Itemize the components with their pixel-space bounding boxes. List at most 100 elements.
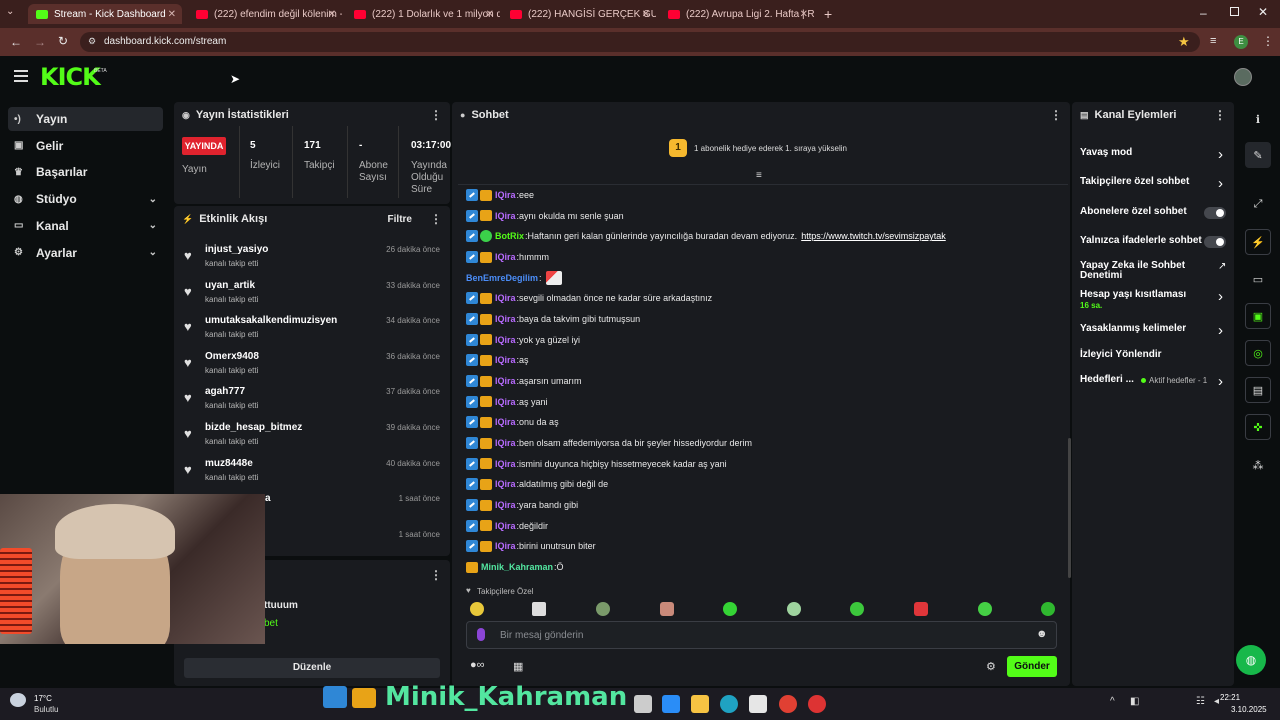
browser-tab[interactable]: (222) efendim değil kölenim - Y ✕ [188,4,342,24]
activity-event[interactable]: ♥ muz8448e kanalı takip etti 40 dakika önce [180,456,448,490]
chevron-right-icon[interactable]: › [1218,146,1223,163]
tray-icon[interactable]: ◧ [1130,696,1139,707]
stats-menu-icon[interactable]: ⋮ [430,108,442,122]
volume-icon[interactable]: ◂ [1214,696,1219,707]
chrome-icon[interactable] [779,695,797,713]
browser-tab[interactable]: (222) 1 Dolarlık ve 1 milyon do ✕ [346,4,500,24]
send-button[interactable]: Gönder [1007,656,1057,677]
emote-icon[interactable] [850,602,864,616]
activity-event[interactable]: ♥ uyan_artik kanalı takip etti 33 dakika ön… [180,278,448,312]
extensions-icon[interactable]: ≡ [1210,35,1216,47]
chat-username[interactable]: lQira [495,500,516,510]
chat-username[interactable]: lQira [495,293,516,303]
chat-store-icon[interactable]: ▦ [513,660,523,673]
clock-date[interactable]: 3.10.2025 [1231,705,1267,714]
channel-actions-menu-icon[interactable]: ⋮ [1214,108,1226,122]
sidebar-item[interactable]: ▭ Kanal ⌄ [8,214,163,238]
chevron-right-icon[interactable]: › [1218,175,1223,192]
integrations-icon[interactable]: ⁂ [1245,452,1271,478]
chat-username[interactable]: lQira [495,376,516,386]
hamburger-menu-icon[interactable] [14,70,28,82]
chevron-right-icon[interactable]: › [1218,373,1223,390]
microphone-icon[interactable] [477,628,485,641]
activity-menu-icon[interactable]: ⋮ [430,212,442,226]
lower-panel-menu-icon[interactable]: ⋮ [430,568,442,582]
tray-chevron-icon[interactable]: ^ [1110,696,1115,707]
activity-event[interactable]: ♥ injust_yasiyo kanalı takip etti 26 dakika… [180,242,448,276]
store-icon[interactable] [749,695,767,713]
kick-logo[interactable]: KICK [40,63,101,91]
close-window-button[interactable]: ✕ [1258,5,1268,19]
channel-action-label[interactable]: Yapay Zeka ile Sohbet Denetimi [1080,261,1190,281]
chat-username[interactable]: lQira [495,417,516,427]
sidebar-item[interactable]: ▣ Gelir [8,134,163,158]
tab-close-icon[interactable]: ✕ [486,9,494,20]
channel-action-label[interactable]: Yasaklanmış kelimeler [1080,324,1210,334]
emote-icon[interactable] [596,602,610,616]
emote-icon[interactable] [787,602,801,616]
toggle-switch[interactable] [1204,236,1226,248]
weather-icon[interactable] [10,693,26,707]
activity-event[interactable]: ♥ agah777 kanalı takip etti 37 dakika önce [180,384,448,418]
gift-prompt-text[interactable]: 1 abonelik hediye ederek 1. sıraya yükse… [694,144,847,153]
maximize-button[interactable] [1230,7,1239,16]
edge-icon[interactable] [720,695,738,713]
user-avatar[interactable] [1234,68,1252,86]
chat-username[interactable]: lQira [495,521,516,531]
sidebar-item[interactable]: ◍ Stüdyo ⌄ [8,187,163,211]
expand-icon[interactable]: ⤢ [1245,191,1271,217]
external-link-icon[interactable]: ↗ [1218,261,1226,272]
info-icon[interactable]: ℹ [1245,106,1271,132]
emoji-picker-icon[interactable]: ☻ [1036,628,1048,640]
chat-scrollbar[interactable] [1068,438,1071,578]
browser-tab[interactable]: Stream - Kick Dashboard ✕ [28,4,182,24]
emote-icon[interactable] [723,602,737,616]
chat-username[interactable]: lQira [495,459,516,469]
sidebar-item[interactable]: ⚙ Ayarlar ⌄ [8,241,163,265]
network-icon[interactable]: ☷ [1196,696,1205,707]
profile-avatar[interactable]: E [1234,35,1248,49]
browser-tab[interactable]: (222) Avrupa Ligi 2. Hafta | Ron ✕ [660,4,814,24]
emote-icon[interactable] [532,602,546,616]
tab-list-button[interactable]: ⌄ [6,6,20,20]
chat-username[interactable]: lQira [495,479,516,489]
taskbar-app-icon[interactable] [808,695,826,713]
sidebar-item[interactable]: ♛ Başarılar [8,160,163,184]
browser-menu-icon[interactable]: ⋮ [1262,34,1274,48]
chat-link[interactable]: https://www.twitch.tv/sevimsizpaytak [801,231,946,241]
tab-close-icon[interactable]: ✕ [328,9,336,20]
layout-icon[interactable]: ▤ [1245,377,1271,403]
address-bar[interactable]: ⚙ dashboard.kick.com/stream [80,32,1200,52]
sidebar-item[interactable]: •) Yayın [8,107,163,131]
activity-event[interactable]: ♥ bizde_hesap_bitmez kanalı takip etti 39 d… [180,420,448,454]
channel-action-label[interactable]: Yalnızca ifadelerle sohbet [1080,236,1210,246]
emote-icon[interactable] [660,602,674,616]
emote-icon[interactable] [470,602,484,616]
edit-icon[interactable]: ✎ [1245,142,1271,168]
chat-users-icon[interactable]: ●∞ [470,659,485,671]
filter-button[interactable]: Filtre [388,214,412,225]
taskbar-app-icon[interactable] [662,695,680,713]
minimize-button[interactable]: – [1200,6,1207,20]
site-info-icon[interactable]: ⚙ [88,36,96,47]
channel-action-label[interactable]: İzleyici Yönlendir [1080,350,1210,360]
reload-button[interactable]: ↻ [58,34,68,48]
chat-username[interactable]: BotRix [495,231,524,241]
chat-username[interactable]: BenEmreDegilim [466,273,538,283]
browser-tab[interactable]: (222) HANGİSİ GERÇEK GURBE✕ [502,4,656,24]
forward-button[interactable]: → [34,35,46,49]
channel-action-label[interactable]: Yavaş mod [1080,148,1210,158]
channel-action-label[interactable]: Takipçilere özel sohbet [1080,177,1210,187]
channel-action-label[interactable]: Hesap yaşı kısıtlaması [1080,290,1210,300]
chat-menu-icon[interactable]: ⋮ [1050,108,1062,122]
support-chat-button[interactable]: ◍ [1236,645,1266,675]
taskbar-app-icon[interactable] [634,695,652,713]
new-tab-button[interactable]: + [824,6,832,22]
tab-close-icon[interactable]: ✕ [642,9,650,20]
chat-username[interactable]: lQira [495,335,516,345]
toggle-switch[interactable] [1204,207,1226,219]
chat-settings-icon[interactable]: ⚙ [986,660,996,673]
chat-username[interactable]: lQira [495,314,516,324]
tab-close-icon[interactable]: ✕ [800,9,808,20]
activity-event[interactable]: ♥ umutaksakalkendimuzisyen kanalı takip et… [180,313,448,347]
